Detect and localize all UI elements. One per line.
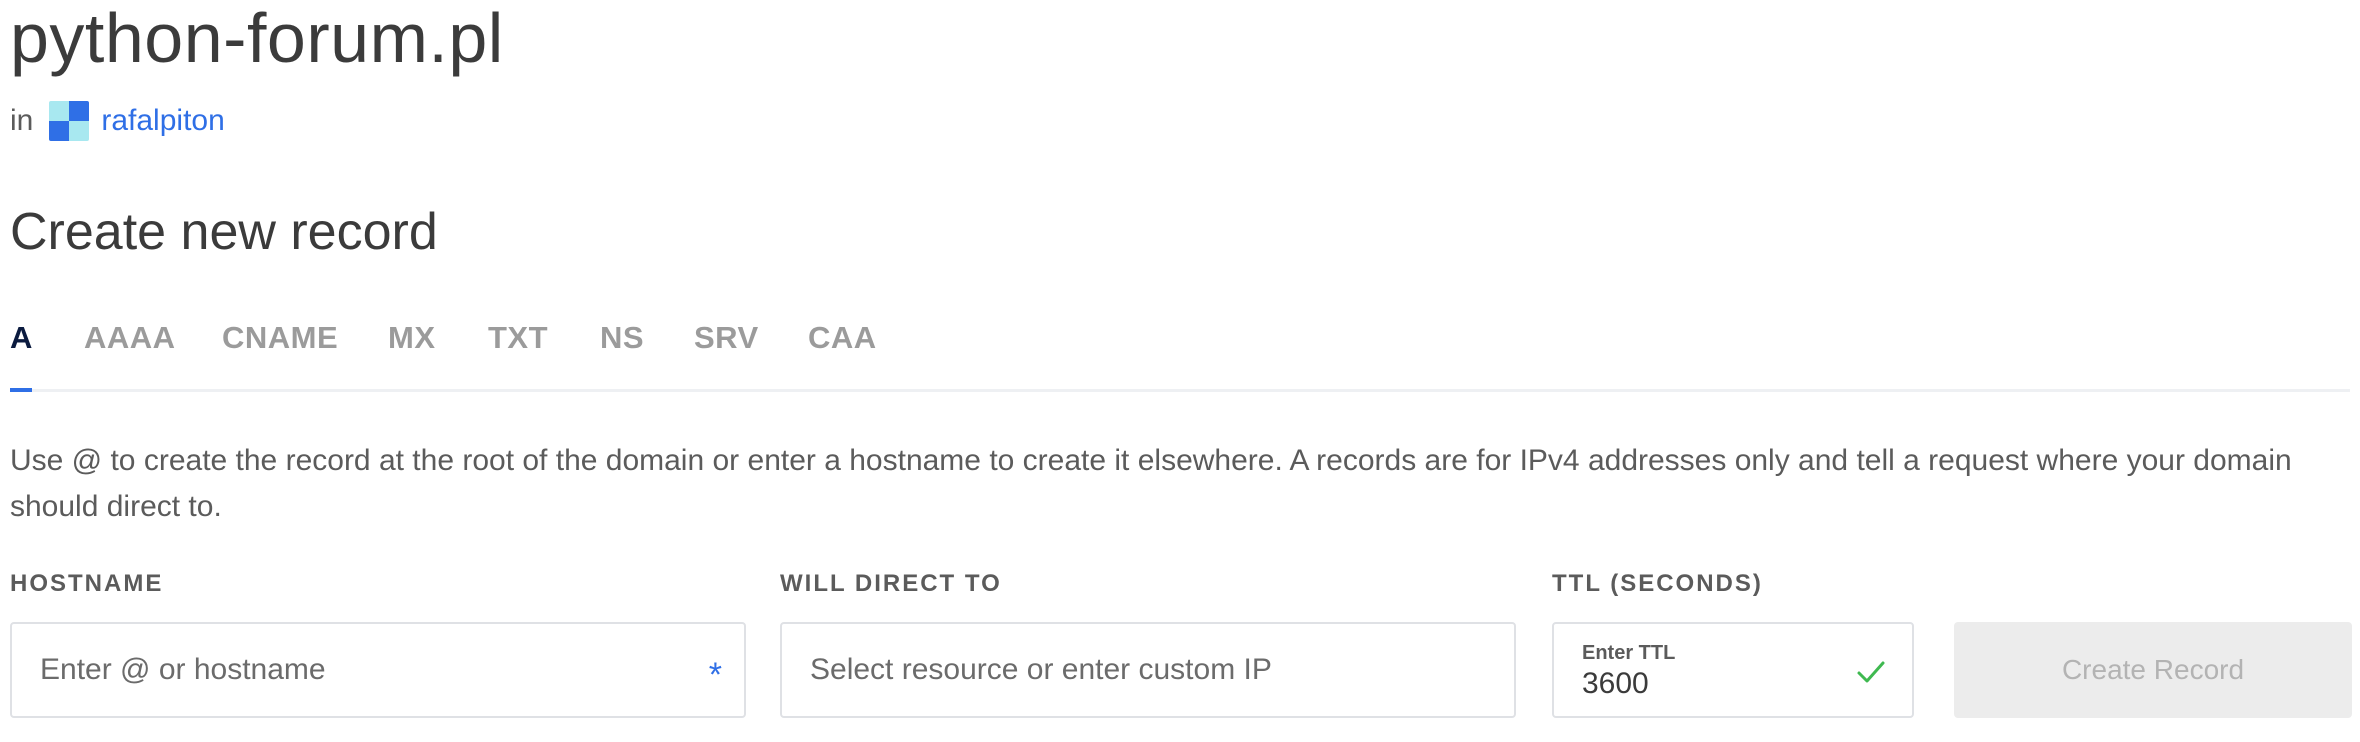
- ttl-input[interactable]: Enter TTL 3600: [1552, 622, 1914, 718]
- domain-title: python-forum.pl: [10, 0, 504, 77]
- section-title: Create new record: [10, 203, 438, 261]
- team-link[interactable]: rafalpiton: [101, 104, 224, 138]
- owner-prefix: in: [10, 104, 34, 137]
- owner-line: in rafalpiton: [10, 100, 225, 142]
- tab-srv[interactable]: SRV: [694, 320, 759, 356]
- active-tab-indicator: [10, 388, 32, 392]
- ttl-caption: Enter TTL: [1582, 641, 1676, 664]
- record-type-tabs: A AAAA CNAME MX TXT NS SRV CAA: [10, 316, 2350, 392]
- direct-to-input[interactable]: Select resource or enter custom IP: [780, 622, 1516, 718]
- required-asterisk-icon: *: [708, 656, 722, 694]
- tab-txt[interactable]: TXT: [488, 320, 548, 356]
- create-record-button[interactable]: Create Record: [1954, 622, 2352, 718]
- ttl-value: 3600: [1582, 666, 1649, 700]
- tab-a[interactable]: A: [10, 320, 33, 356]
- record-description: Use @ to create the record at the root o…: [10, 444, 2292, 523]
- tab-label: A: [10, 320, 33, 355]
- ttl-label: TTL (SECONDS): [1552, 570, 1763, 597]
- tab-cname[interactable]: CNAME: [222, 320, 338, 356]
- check-icon: [1857, 661, 1885, 683]
- direct-to-placeholder: Select resource or enter custom IP: [810, 653, 1272, 686]
- team-avatar-icon: [49, 101, 90, 141]
- create-record-page: python-forum.pl in rafalpiton Create new…: [0, 0, 2360, 742]
- hostname-input[interactable]: Enter @ or hostname *: [10, 622, 746, 718]
- tab-caa[interactable]: CAA: [808, 320, 877, 356]
- tab-ns[interactable]: NS: [600, 320, 644, 356]
- tab-aaaa[interactable]: AAAA: [84, 320, 176, 356]
- hostname-label: HOSTNAME: [10, 570, 164, 597]
- tab-mx[interactable]: MX: [388, 320, 436, 356]
- direct-to-label: WILL DIRECT TO: [780, 570, 1002, 597]
- hostname-placeholder: Enter @ or hostname: [40, 653, 326, 686]
